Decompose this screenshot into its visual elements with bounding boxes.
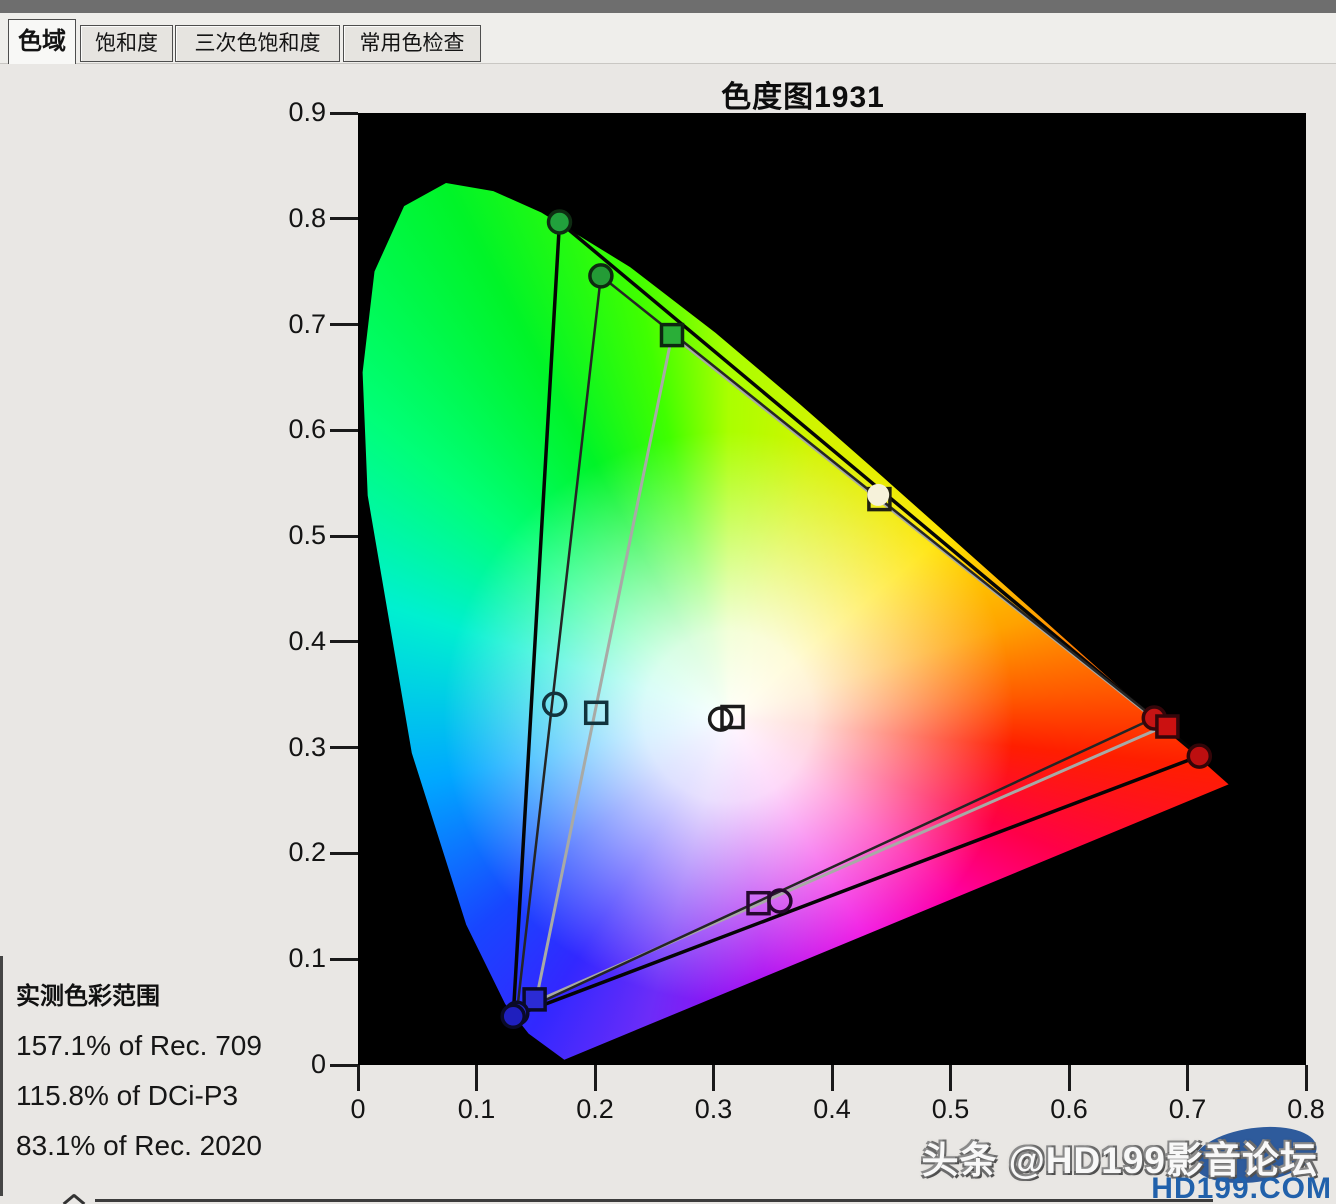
gamut-overlay — [358, 113, 1306, 1065]
y-tick-label: 0.7 — [250, 309, 326, 340]
x-tick-mark — [1305, 1065, 1308, 1091]
measured-yellow-marker — [867, 484, 889, 506]
rec2020-blue-vertex-marker — [502, 1005, 524, 1027]
x-tick-label: 0.8 — [1261, 1094, 1336, 1125]
rec2020-red-vertex-marker — [1188, 745, 1210, 767]
x-tick-label: 0.3 — [669, 1094, 759, 1125]
chart-title: 色度图1931 — [280, 72, 1326, 116]
y-tick-mark — [330, 746, 358, 749]
x-tick-label: 0.4 — [787, 1094, 877, 1125]
tab-common-color-check[interactable]: 常用色检查 — [343, 25, 481, 62]
x-tick-label: 0.7 — [1143, 1094, 1233, 1125]
calibration-app-window: 色域 饱和度 三次色饱和度 常用色检查 色度图1931 0 0.1 0.2 0.3 0.… — [0, 0, 1336, 1204]
x-tick-label: 0.6 — [1024, 1094, 1114, 1125]
y-tick-mark — [330, 852, 358, 855]
window-edge-line — [0, 956, 3, 1196]
y-tick-mark — [330, 1064, 358, 1067]
y-tick-label: 0.6 — [250, 414, 326, 445]
y-tick-label: 0.8 — [250, 203, 326, 234]
tab-saturation[interactable]: 饱和度 — [80, 25, 173, 62]
x-tick-mark — [1068, 1065, 1071, 1091]
x-tick-mark — [1186, 1065, 1189, 1091]
y-tick-mark — [330, 217, 358, 220]
tab-gamut[interactable]: 色域 — [8, 19, 76, 64]
y-tick-label: 0.2 — [250, 837, 326, 868]
cie-plot-area — [358, 113, 1306, 1065]
tab-tertiary-saturation[interactable]: 三次色饱和度 — [175, 25, 340, 62]
y-tick-mark — [330, 323, 358, 326]
tab-bar: 色域 饱和度 三次色饱和度 常用色检查 — [0, 13, 1336, 64]
rec2020-green-vertex-marker — [549, 211, 571, 233]
x-tick-mark — [475, 1065, 478, 1091]
y-tick-label: 0.1 — [250, 943, 326, 974]
x-tick-mark — [712, 1065, 715, 1091]
y-tick-mark — [330, 958, 358, 961]
x-tick-mark — [594, 1065, 597, 1091]
gamut-triangle-rec2020 — [513, 222, 1199, 1016]
stat-rec2020: 83.1% of Rec. 2020 — [16, 1130, 262, 1162]
gamut-triangle-dci-p3 — [536, 335, 1164, 1001]
measured-range-heading: 实测色彩范围 — [16, 976, 160, 1011]
x-tick-mark — [357, 1065, 360, 1091]
target-green-marker — [662, 325, 683, 346]
y-tick-mark — [330, 535, 358, 538]
window-title-strip — [0, 0, 1336, 13]
y-tick-label: 0.5 — [250, 520, 326, 551]
x-tick-mark — [831, 1065, 834, 1091]
target-red-marker — [1157, 716, 1178, 737]
y-tick-mark — [330, 429, 358, 432]
y-tick-label: 0.3 — [250, 732, 326, 763]
stat-rec709: 157.1% of Rec. 709 — [16, 1030, 262, 1062]
x-tick-label: 0 — [313, 1094, 403, 1125]
y-tick-mark — [330, 640, 358, 643]
stat-dcip3: 115.8% of DCi-P3 — [16, 1080, 238, 1112]
y-tick-label: 0.4 — [250, 626, 326, 657]
x-tick-label: 0.5 — [906, 1094, 996, 1125]
y-tick-mark — [330, 112, 358, 115]
x-tick-label: 0.1 — [432, 1094, 522, 1125]
cropped-bottom-glyph — [62, 1192, 86, 1204]
cropped-bottom-line — [95, 1199, 1213, 1202]
x-tick-mark — [949, 1065, 952, 1091]
y-tick-label: 0.9 — [250, 97, 326, 128]
measured-cyan-marker — [544, 693, 566, 715]
x-tick-label: 0.2 — [550, 1094, 640, 1125]
measured-green-marker — [590, 265, 612, 287]
watermark-url: HD199.COM — [1151, 1172, 1332, 1204]
